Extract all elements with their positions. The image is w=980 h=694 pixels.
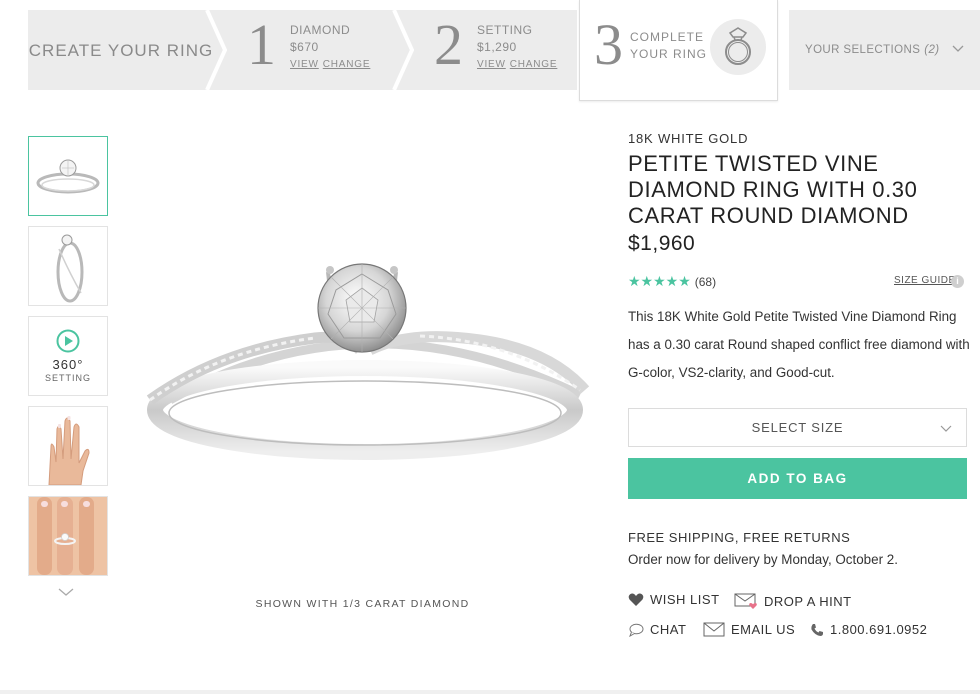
select-size-dropdown[interactable]: SELECT SIZE (628, 408, 967, 447)
step1-title: DIAMOND (290, 23, 351, 37)
product-metal: 18K WHITE GOLD (628, 131, 749, 146)
step3-label-line2: YOUR RING (630, 47, 708, 61)
ring-side-thumbnail-image (56, 234, 84, 303)
create-your-ring-label: CREATE YOUR RING (28, 40, 214, 60)
rating-stars-icon: ★★★★★ (628, 273, 691, 289)
ring-front-thumbnail-image (36, 159, 100, 194)
step-divider-chevron (392, 10, 414, 90)
chat-bubble-icon (629, 623, 644, 637)
ring-main-illustration (146, 263, 590, 460)
info-icon[interactable]: i (951, 275, 964, 288)
step2-setting: SETTING $1,290 VIEW CHANGE (477, 22, 561, 73)
step3-label-line1: COMPLETE (630, 30, 705, 44)
ring-icon (710, 19, 766, 75)
chat-label: CHAT (650, 622, 687, 637)
delivery-estimate-text: Order now for delivery by Monday, Octobe… (628, 552, 898, 567)
product-rating[interactable]: ★★★★★ (68) (628, 273, 716, 290)
heart-icon (628, 593, 644, 606)
create-your-ring-step: CREATE YOUR RING (28, 10, 214, 90)
wish-list-label: WISH LIST (650, 592, 720, 607)
product-title: PETITE TWISTED VINE DIAMOND RING WITH 0.… (628, 151, 918, 228)
product-description: This 18K White Gold Petite Twisted Vine … (628, 309, 970, 380)
thumbnail-ring-front[interactable] (28, 136, 108, 216)
your-selections-dropdown[interactable]: YOUR SELECTIONS (2) (789, 10, 980, 90)
thumbnail-ring-side[interactable] (28, 226, 108, 306)
play-icon (56, 329, 80, 353)
email-us-label: EMAIL US (731, 622, 796, 637)
product-price: $1,960 (628, 232, 696, 255)
step1-number: 1 (247, 12, 276, 77)
envelope-heart-icon (734, 593, 757, 609)
main-product-image[interactable] (130, 250, 600, 470)
rating-count: (68) (694, 274, 717, 289)
phone-number-link[interactable]: 1.800.691.0952 (810, 622, 927, 637)
step2-change-link[interactable]: CHANGE (510, 59, 558, 70)
hand-thumbnail-image (29, 407, 107, 485)
wish-list-button[interactable]: WISH LIST (628, 592, 720, 607)
hand-closeup-thumbnail-image (29, 497, 107, 575)
spin-setting-label: SETTING (44, 373, 91, 383)
step1-price: $670 (290, 40, 319, 54)
phone-icon (811, 623, 823, 636)
step1-view-link[interactable]: VIEW (290, 59, 319, 70)
select-size-label: SELECT SIZE (751, 420, 844, 435)
step3-number: 3 (594, 12, 623, 77)
thumbnails-scroll-down-icon[interactable] (57, 584, 75, 602)
free-shipping-text: FREE SHIPPING, FREE RETURNS (628, 530, 851, 545)
drop-a-hint-label: DROP A HINT (764, 593, 852, 609)
envelope-icon (703, 622, 725, 637)
phone-number-label: 1.800.691.0952 (830, 622, 928, 637)
drop-a-hint-button[interactable]: DROP A HINT (734, 592, 852, 610)
thumbnail-hand-view[interactable] (28, 406, 108, 486)
size-guide-link[interactable]: SIZE GUIDE (894, 275, 956, 286)
step2-title: SETTING (477, 23, 533, 37)
step2-number: 2 (434, 12, 463, 77)
chevron-down-icon (952, 44, 964, 56)
step2-view-link[interactable]: VIEW (477, 59, 506, 70)
chat-button[interactable]: CHAT (628, 622, 686, 637)
email-us-button[interactable]: EMAIL US (703, 622, 795, 637)
step2-price: $1,290 (477, 40, 517, 54)
step1-change-link[interactable]: CHANGE (323, 59, 371, 70)
ring-builder-progress: CREATE YOUR RING 1 DIAMOND $670 VIEW CHAN… (0, 0, 980, 101)
main-image-caption: SHOWN WITH 1/3 CARAT DIAMOND (255, 598, 470, 610)
step-divider-chevron (205, 10, 227, 90)
your-selections-label: YOUR SELECTIONS (805, 44, 921, 56)
step3-label: COMPLETE YOUR RING (630, 29, 707, 63)
your-selections-count: (2) (924, 44, 940, 56)
footer-divider (0, 690, 980, 694)
add-to-bag-button[interactable]: ADD TO BAG (628, 458, 967, 499)
chevron-down-icon (940, 421, 952, 436)
thumbnail-hand-closeup[interactable] (28, 496, 108, 576)
thumbnail-360-setting[interactable]: 360° SETTING (28, 316, 108, 396)
step3-complete-your-ring[interactable]: 3 COMPLETE YOUR RING (579, 0, 778, 101)
spin-degree-label: 360° (52, 357, 84, 372)
step1-diamond: DIAMOND $670 VIEW CHANGE (290, 22, 374, 73)
